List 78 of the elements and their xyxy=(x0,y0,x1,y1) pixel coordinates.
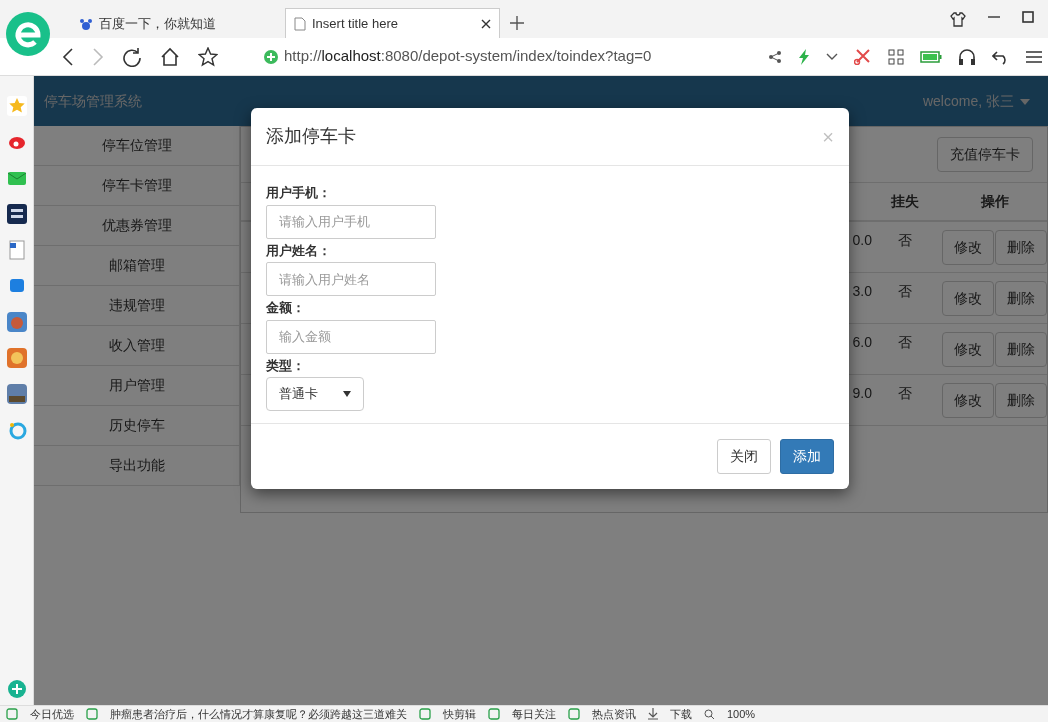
menu-icon[interactable] xyxy=(1026,49,1042,64)
menu-item[interactable]: 收入管理 xyxy=(34,326,240,366)
browser-tab[interactable]: Insert title here xyxy=(285,8,500,38)
status-item[interactable]: 快剪辑 xyxy=(443,706,476,722)
menu-item[interactable]: 停车卡管理 xyxy=(34,166,240,206)
back-icon[interactable] xyxy=(62,47,74,66)
delete-button[interactable]: 删除 xyxy=(995,281,1047,316)
status-item[interactable]: 今日优选 xyxy=(30,706,74,722)
column-header: 操作 xyxy=(979,192,1010,211)
caret-icon xyxy=(343,391,351,397)
status-item[interactable]: 肿瘤患者治疗后，什么情况才算康复呢？必须跨越这三道难关 xyxy=(110,706,407,722)
maximize-icon[interactable] xyxy=(1022,11,1034,23)
menu-item[interactable]: 邮箱管理 xyxy=(34,246,240,286)
refresh-icon[interactable] xyxy=(122,46,142,67)
star-icon[interactable] xyxy=(6,96,27,116)
lightning-icon[interactable] xyxy=(798,48,810,65)
home-icon[interactable] xyxy=(160,46,180,67)
apps-icon[interactable] xyxy=(888,48,904,65)
table-cell-text: 9.0 xyxy=(852,384,872,403)
field-label: 金额： xyxy=(266,299,306,317)
input-field[interactable]: 请输入用户手机 xyxy=(266,204,436,239)
edit-button[interactable]: 修改 xyxy=(942,332,994,367)
app-icon[interactable] xyxy=(6,204,27,224)
new-tab-icon[interactable] xyxy=(510,16,524,30)
edit-button[interactable]: 修改 xyxy=(942,230,994,265)
close-button[interactable]: 关闭 xyxy=(717,439,771,474)
paw-icon xyxy=(79,16,93,31)
recharge-button[interactable]: 充值停车卡 xyxy=(937,137,1033,172)
delete-button[interactable]: 删除 xyxy=(995,332,1047,367)
delete-button[interactable]: 删除 xyxy=(995,383,1047,418)
game-icon[interactable] xyxy=(6,312,27,332)
table-cell-text: 0.0 xyxy=(852,231,872,250)
status-item[interactable]: 100% xyxy=(727,706,756,722)
download-icon[interactable] xyxy=(648,708,658,720)
add-button[interactable]: 添加 xyxy=(780,439,834,474)
table-cell-text: 3.0 xyxy=(852,282,872,301)
menu-item[interactable]: 违规管理 xyxy=(34,286,240,326)
delete-button[interactable]: 删除 xyxy=(995,230,1047,265)
status-item[interactable]: 每日关注 xyxy=(512,706,556,722)
battery-icon[interactable] xyxy=(920,50,942,63)
menu-item[interactable]: 用户管理 xyxy=(34,366,240,406)
menu-item[interactable]: 停车位管理 xyxy=(34,126,240,166)
shirt-icon[interactable] xyxy=(950,11,966,27)
document-icon[interactable] xyxy=(6,240,27,260)
menu-item[interactable]: 优惠券管理 xyxy=(34,206,240,246)
column-header: 挂失 xyxy=(890,192,920,211)
type-select[interactable]: 普通卡 xyxy=(266,377,364,411)
headphones-icon[interactable] xyxy=(958,47,976,66)
browser-tab[interactable]: 百度一下，你就知道 xyxy=(70,8,285,38)
caret-icon xyxy=(1020,98,1030,105)
modal-title: 添加停车卡 xyxy=(266,125,356,148)
table-cell-text: 否 xyxy=(897,231,913,250)
edit-button[interactable]: 修改 xyxy=(942,281,994,316)
input-field[interactable]: 请输入用户姓名 xyxy=(266,262,436,296)
star-icon[interactable] xyxy=(198,46,218,67)
table-cell-text: 6.0 xyxy=(852,333,872,352)
table-cell-text: 否 xyxy=(897,333,913,352)
page-icon xyxy=(294,16,306,31)
address-bar[interactable]: http://localhost:8080/depot-system/index/toindex?tag=0 xyxy=(284,45,652,68)
forward-icon xyxy=(92,47,104,66)
game-icon[interactable] xyxy=(6,384,27,404)
field-label: 用户手机： xyxy=(266,184,332,202)
edit-button[interactable]: 修改 xyxy=(942,383,994,418)
add-icon[interactable] xyxy=(6,679,27,699)
close-icon[interactable] xyxy=(481,18,491,29)
share-icon[interactable] xyxy=(768,49,782,64)
input-field[interactable]: 输入金额 xyxy=(266,319,436,354)
menu-item[interactable]: 导出功能 xyxy=(34,446,240,486)
menu-item[interactable]: 历史停车 xyxy=(34,406,240,446)
field-label: 类型： xyxy=(266,356,306,375)
status-item[interactable]: 下载 xyxy=(670,706,692,722)
status-item[interactable]: 热点资讯 xyxy=(592,706,636,722)
zoom-icon[interactable] xyxy=(704,708,715,720)
table-cell-text: 否 xyxy=(897,384,913,403)
table-cell-text: 否 xyxy=(897,282,913,301)
shield-icon xyxy=(264,49,278,64)
scissors-icon[interactable] xyxy=(854,48,872,65)
field-label: 用户姓名： xyxy=(266,241,332,260)
